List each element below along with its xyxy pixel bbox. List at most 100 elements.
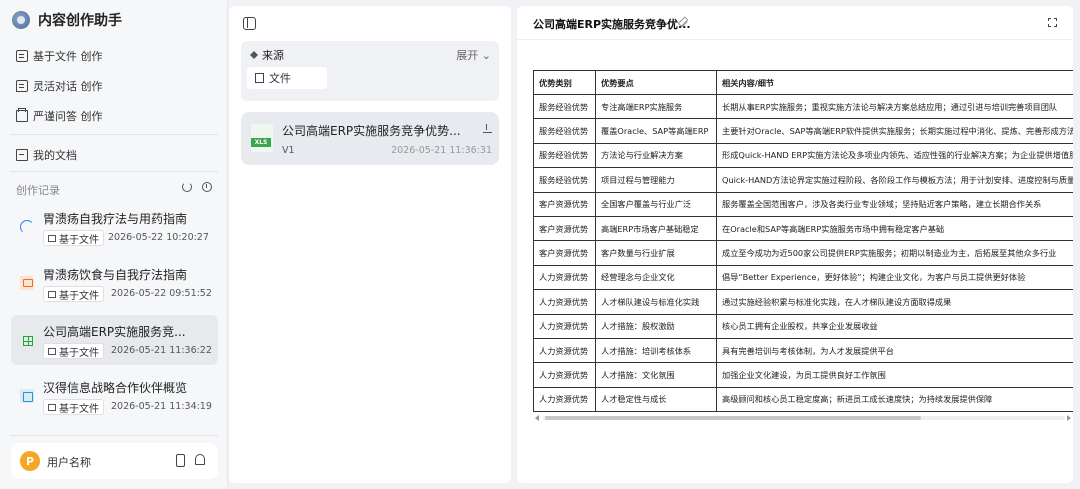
table-cell: 人才措施：培训考核体系 — [595, 337, 717, 364]
table-cell: 成立至今成功为近500家公司提供ERP实施服务；初期以制造业为主，后拓展至其他众… — [716, 240, 1073, 266]
table-row: 人力资源优势 人才措施：培训考核体系 具有完善培训与考核体制，为人才发展提供平台 — [533, 337, 1073, 364]
app-header: 内容创作助手 — [12, 10, 122, 30]
record-item[interactable]: 胃溃疡自我疗法与用药指南 基于文件 2026-05-22 10:20:27 — [11, 202, 218, 252]
table-cell: 经营理念与企业文化 — [595, 264, 717, 291]
record-item-active[interactable]: 公司高端ERP实施服务竞... 基于文件 2026-05-21 11:36:22 — [11, 315, 218, 365]
menu-my-docs[interactable]: 我的文档 — [16, 145, 77, 165]
table-cell: 主要针对Oracle、SAP等高端ERP软件提供实施服务；长期实施过程中消化、提… — [716, 118, 1073, 144]
record-title: 胃溃疡饮食与自我疗法指南 — [43, 268, 188, 282]
table-cell: 人才梯队建设与标准化实践 — [595, 289, 717, 315]
menu-strict-qa-create-label: 严谨问答 创作 — [33, 110, 103, 123]
table-cell: 具有完善培训与考核体制，为人才发展提供平台 — [716, 337, 1073, 364]
table-cell: 人力资源优势 — [533, 337, 596, 364]
history-icon[interactable] — [202, 182, 212, 192]
record-time: 2026-05-21 11:34:19 — [111, 401, 212, 412]
scrollbar-thumb[interactable] — [545, 416, 921, 420]
records-title: 创作记录 — [16, 184, 60, 197]
table-cell: 在Oracle和SAP等高端ERP实施服务市场中拥有稳定客户基础 — [716, 215, 1073, 242]
app-logo-icon — [12, 11, 30, 29]
preview-title: 公司高端ERP实施服务竞争优... — [533, 18, 691, 31]
source-section: 来源 展开 ⌄ 文件 — [241, 41, 499, 101]
record-item[interactable]: 胃溃疡饮食与自我疗法指南 基于文件 2026-05-22 09:51:52 — [11, 258, 218, 308]
table-cell: 覆盖Oracle、SAP等高端ERP — [595, 118, 717, 144]
table-cell: 客户资源优势 — [533, 215, 596, 242]
menu-flex-chat-create[interactable]: 灵活对话 创作 — [16, 76, 103, 96]
avatar[interactable]: P — [20, 451, 40, 471]
record-badge-label: 基于文件 — [59, 403, 99, 415]
table-cell: 高端ERP市场客户基础稳定 — [595, 215, 717, 242]
collapse-sidebar-icon[interactable] — [243, 17, 256, 30]
scroll-left-arrow-icon[interactable] — [535, 415, 539, 421]
refresh-icon[interactable] — [182, 182, 192, 192]
record-badge: 基于文件 — [43, 286, 104, 302]
preview-panel: 公司高端ERP实施服务竞争优... 优势类别 优势要点 相关内容/细节 服务经验… — [517, 6, 1073, 483]
table-cell: 客户资源优势 — [533, 240, 596, 266]
table-cell: 人力资源优势 — [533, 362, 596, 388]
record-title: 胃溃疡自我疗法与用药指南 — [43, 212, 188, 226]
record-badge: 基于文件 — [43, 399, 104, 415]
file-badge-icon — [48, 347, 56, 355]
table-cell: 项目过程与管理能力 — [595, 167, 717, 193]
file-icon — [255, 73, 264, 83]
download-icon[interactable] — [483, 124, 492, 133]
user-name: 用户名称 — [47, 456, 91, 469]
app-title: 内容创作助手 — [38, 13, 122, 29]
table-cell: 服务经验优势 — [533, 142, 596, 169]
table-cell: 客户数量与行业扩展 — [595, 240, 717, 266]
record-badge-label: 基于文件 — [59, 234, 99, 246]
record-badge-label: 基于文件 — [59, 347, 99, 359]
mobile-icon[interactable] — [176, 454, 185, 467]
table-cell: 人力资源优势 — [533, 289, 596, 315]
menu-file-create[interactable]: 基于文件 创作 — [16, 46, 103, 66]
xls-icon — [20, 333, 34, 347]
file-badge-icon — [48, 403, 56, 411]
column-header: 相关内容/细节 — [716, 70, 1073, 95]
chevron-down-icon: ⌄ — [481, 49, 491, 62]
table-cell: 通过实施经验积累与标准化实践，在人才梯队建设方面取得成果 — [716, 289, 1073, 315]
table-cell: 倡导“Better Experience，更好体验”；构建企业文化，为客户与员工… — [716, 264, 1073, 291]
file-badge-icon — [48, 234, 56, 242]
table-cell: 人力资源优势 — [533, 313, 596, 339]
table-cell: 服务经验优势 — [533, 93, 596, 120]
generated-doc-card[interactable]: XLS 公司高端ERP实施服务竞争优势... V1 2026-05-21 11:… — [241, 112, 499, 165]
fullscreen-icon[interactable] — [1047, 17, 1058, 28]
folder-icon — [16, 149, 28, 161]
table-cell: 高级顾问和核心员工稳定度高；新进员工成长速度快；为持续发展提供保障 — [716, 386, 1073, 413]
table-cell: 人才措施：股权激励 — [595, 313, 717, 339]
table-cell: 人力资源优势 — [533, 386, 596, 413]
file-badge-icon — [48, 290, 56, 298]
records-actions — [182, 182, 212, 192]
table-row: 服务经验优势 项目过程与管理能力 Quick-HAND方法论界定实施过程阶段、各阶段… — [533, 167, 1073, 193]
menu-strict-qa-create[interactable]: 严谨问答 创作 — [16, 106, 103, 126]
preview-table-container[interactable]: 优势类别 优势要点 相关内容/细节 服务经验优势 专注高端ERP实施服务 长期从事E… — [533, 70, 1073, 415]
table-row: 服务经验优势 专注高端ERP实施服务 长期从事ERP实施服务；重视实施方法论与解决方… — [533, 93, 1073, 120]
table-cell: 形成Quick-HAND ERP实施方法论及多项业内领先、适应性强的行业解决方案… — [716, 142, 1073, 169]
doc-icon — [20, 389, 34, 403]
record-item[interactable]: 汉得信息战略合作伙伴概览 基于文件 2026-05-21 11:34:19 — [11, 371, 218, 421]
table-row: 客户资源优势 高端ERP市场客户基础稳定 在Oracle和SAP等高端ERP实施服务… — [533, 215, 1073, 242]
document-panel: 来源 展开 ⌄ 文件 XLS 公司高端ERP实施服务竞争优势... V1 202… — [229, 6, 511, 483]
expand-button[interactable]: 展开 ⌄ — [456, 47, 491, 63]
source-file-chip[interactable]: 文件 — [247, 67, 327, 89]
table-cell: Quick-HAND方法论界定实施过程阶段、各阶段工作与模板方法；用于计划安排、… — [716, 167, 1073, 193]
loading-spinner-icon — [20, 220, 34, 234]
table-row: 人力资源优势 人才措施：股权激励 核心员工拥有企业股权，共享企业发展收益 — [533, 313, 1073, 339]
table-cell: 服务经验优势 — [533, 167, 596, 193]
menu-my-docs-label: 我的文档 — [33, 149, 77, 162]
scroll-right-arrow-icon[interactable] — [1067, 415, 1071, 421]
table-row: 人力资源优势 人才稳定性与成长 高级顾问和核心员工稳定度高；新进员工成长速度快；为持… — [533, 386, 1073, 413]
chat-icon — [16, 80, 28, 92]
horizontal-scrollbar[interactable] — [535, 414, 1071, 421]
clipboard-icon — [16, 108, 28, 122]
table-row: 客户资源优势 全国客户覆盖与行业广泛 服务覆盖全国范围客户，涉及各类行业专业领域；坚… — [533, 191, 1073, 217]
menu-file-create-label: 基于文件 创作 — [33, 50, 103, 63]
xls-file-icon: XLS — [251, 124, 273, 152]
table-header-row: 优势类别 优势要点 相关内容/细节 — [533, 70, 1073, 95]
user-bar: P 用户名称 — [11, 443, 218, 479]
source-label: 来源 — [250, 47, 284, 63]
record-time: 2026-05-22 10:20:27 — [108, 232, 209, 243]
divider — [10, 134, 218, 135]
record-badge: 基于文件 — [43, 343, 104, 359]
record-badge-label: 基于文件 — [59, 290, 99, 302]
bell-icon[interactable] — [195, 454, 205, 465]
